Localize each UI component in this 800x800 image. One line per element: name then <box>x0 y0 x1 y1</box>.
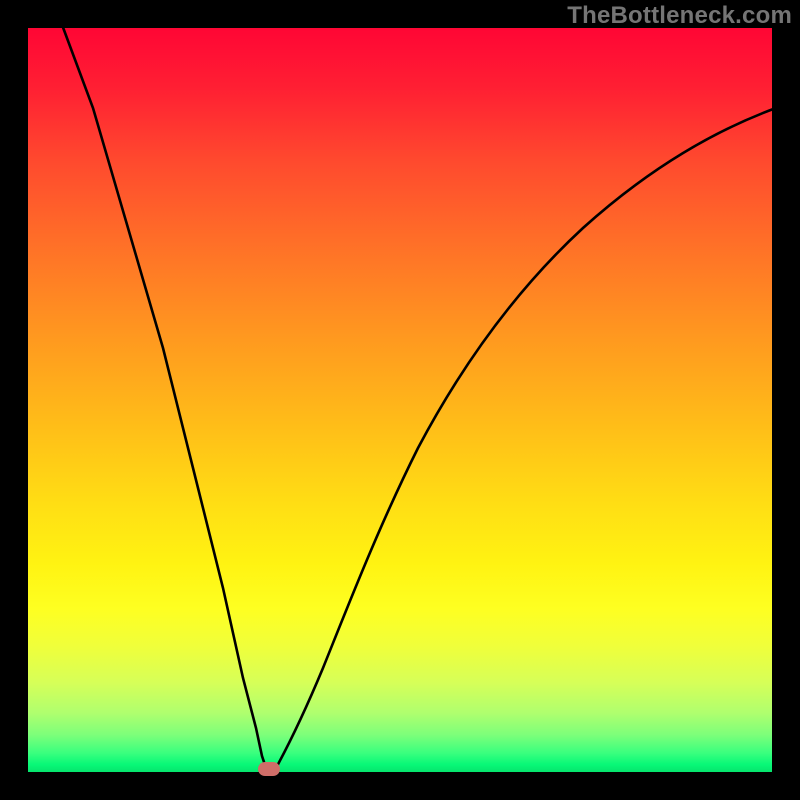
chart-frame: TheBottleneck.com <box>0 0 800 800</box>
watermark-text: TheBottleneck.com <box>567 2 792 30</box>
plot-area <box>28 28 772 772</box>
curve-right-branch <box>276 108 776 768</box>
bottleneck-curve <box>28 28 772 772</box>
curve-left-branch <box>61 22 266 768</box>
minimum-marker <box>258 762 280 776</box>
